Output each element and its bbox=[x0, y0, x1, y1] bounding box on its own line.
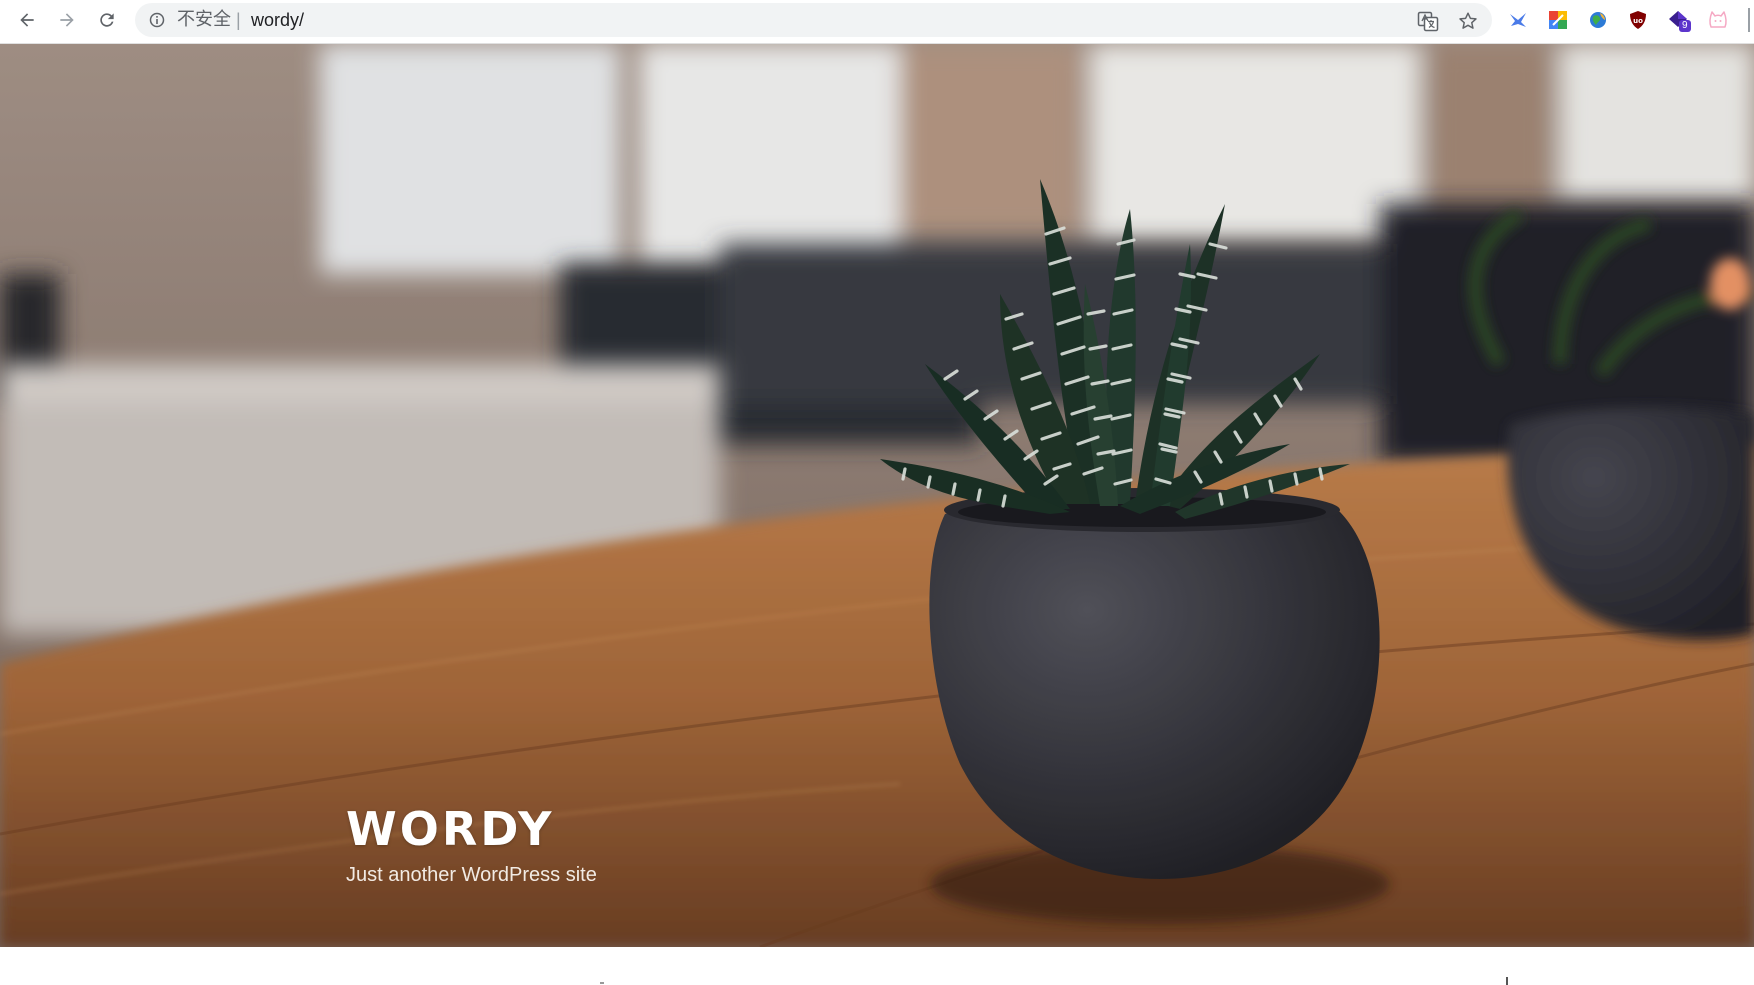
ublock-origin-extension-icon[interactable]: uo bbox=[1626, 8, 1650, 32]
blue-bird-extension-icon[interactable] bbox=[1506, 8, 1530, 32]
content-mark bbox=[1506, 977, 1508, 985]
page-content-area bbox=[0, 947, 1754, 985]
extension-badge: 9 bbox=[1679, 20, 1691, 32]
info-icon[interactable] bbox=[149, 12, 165, 28]
translate-icon[interactable] bbox=[1417, 10, 1439, 32]
cat-face-extension-icon[interactable] bbox=[1706, 8, 1730, 32]
site-header-hero: WORDY Just another WordPress site bbox=[0, 44, 1754, 947]
url-separator: | bbox=[236, 10, 241, 30]
forward-icon bbox=[60, 13, 74, 27]
reload-icon bbox=[100, 13, 114, 27]
back-button[interactable] bbox=[12, 5, 42, 35]
toolbar-divider bbox=[1748, 8, 1750, 32]
url-text[interactable]: wordy/ bbox=[251, 10, 304, 30]
reload-button[interactable] bbox=[92, 5, 122, 35]
colorful-squares-extension-icon[interactable] bbox=[1546, 8, 1570, 32]
globe-extension-icon[interactable] bbox=[1586, 8, 1610, 32]
hero-background-image bbox=[0, 44, 1754, 947]
site-title[interactable]: WORDY bbox=[346, 802, 554, 856]
content-mark bbox=[600, 982, 604, 984]
address-bar[interactable]: 不安全 | wordy/ bbox=[135, 3, 1492, 37]
purple-diamond-extension-icon[interactable]: 9 bbox=[1666, 8, 1691, 32]
forward-button[interactable] bbox=[52, 5, 82, 35]
site-description: Just another WordPress site bbox=[346, 864, 597, 886]
svg-text:uo: uo bbox=[1633, 17, 1643, 25]
back-icon bbox=[20, 13, 34, 27]
bookmark-star-icon[interactable] bbox=[1457, 10, 1479, 32]
browser-toolbar: 不安全 | wordy/ uo 9 bbox=[0, 0, 1754, 44]
security-label[interactable]: 不安全 bbox=[177, 10, 231, 30]
